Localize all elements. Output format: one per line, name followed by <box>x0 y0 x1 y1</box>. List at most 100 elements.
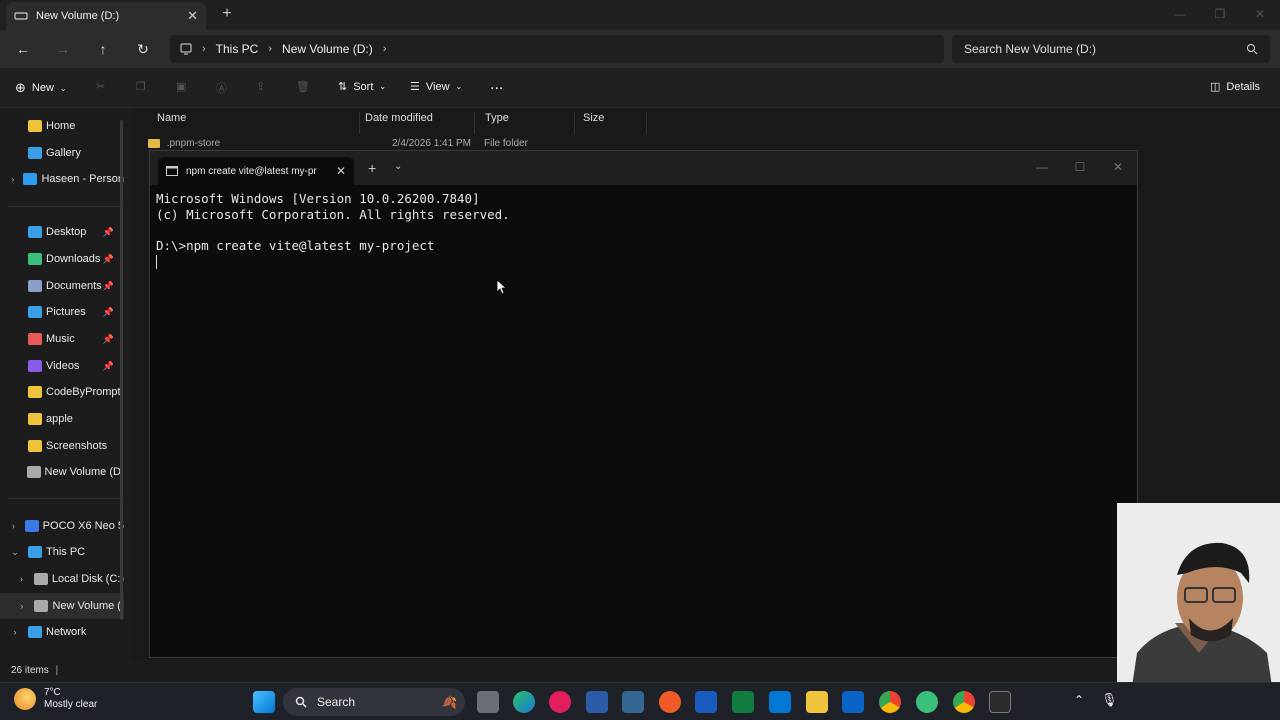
sidebar-item-new-volume-i[interactable]: › New Volume (I <box>0 593 124 619</box>
word-icon[interactable] <box>695 691 717 713</box>
refresh-button[interactable]: ↻ <box>133 39 153 59</box>
sidebar-item-documents[interactable]: Documents 📌 <box>0 273 124 299</box>
file-row[interactable]: .pnpm-store 2/4/2026 1:41 PM File folder <box>148 138 528 149</box>
sidebar-item-haseen-person[interactable]: › Haseen - Person <box>0 166 124 192</box>
sidebar-item-downloads[interactable]: Downloads 📌 <box>0 246 124 272</box>
address-bar[interactable]: › This PC › New Volume (D:) › <box>170 35 944 63</box>
sidebar-item-apple[interactable]: apple <box>0 406 124 432</box>
terminal-window[interactable]: npm create vite@latest my-pr ✕ + ⌄ — ☐ ✕… <box>149 150 1138 658</box>
close-window-button[interactable]: ✕ <box>1240 0 1280 28</box>
sidebar-item-home[interactable]: Home <box>0 113 124 139</box>
sidebar-item-label: Haseen - Person <box>41 173 124 185</box>
app-icon[interactable] <box>586 691 608 713</box>
forward-button[interactable]: → <box>53 39 73 59</box>
chevron-right-icon[interactable]: › <box>8 174 17 184</box>
folder-icon <box>28 253 42 265</box>
excel-icon[interactable] <box>732 691 754 713</box>
column-size[interactable]: Size <box>573 112 647 134</box>
new-button[interactable]: ⊕ New ⌄ <box>15 80 67 96</box>
sidebar-item-gallery[interactable]: Gallery <box>0 140 124 166</box>
chevron-down-icon[interactable]: ⌄ <box>394 161 402 172</box>
new-tab-button[interactable]: + <box>218 5 236 23</box>
sidebar-item-screenshots[interactable]: Screenshots <box>0 433 124 459</box>
chrome-profile-icon[interactable] <box>953 691 975 713</box>
sidebar-item-new-volume-d[interactable]: New Volume (D: <box>0 459 124 485</box>
sidebar-item-label: Pictures <box>46 306 86 318</box>
terminal-tab[interactable]: npm create vite@latest my-pr ✕ <box>158 157 354 185</box>
sidebar-item-desktop[interactable]: Desktop 📌 <box>0 219 124 245</box>
chevron-up-icon[interactable]: ⌃ <box>1074 693 1084 707</box>
sidebar-item-videos[interactable]: Videos 📌 <box>0 353 124 379</box>
terminal-minimize-button[interactable]: — <box>1023 151 1061 183</box>
breadcrumb-this-pc[interactable]: This PC <box>216 42 259 56</box>
taskbar-search-label: Search <box>317 695 356 709</box>
delete-button[interactable]: 🗑 <box>296 80 310 93</box>
vscode-icon[interactable] <box>769 691 791 713</box>
close-tab-icon[interactable]: ✕ <box>187 8 198 24</box>
folder-icon <box>26 466 41 478</box>
sidebar-item-codebyprompt[interactable]: CodeByPrompt <box>0 379 124 405</box>
sidebar-item-label: Desktop <box>46 226 87 238</box>
terminal-taskbar-icon[interactable] <box>989 691 1011 713</box>
back-button[interactable]: ← <box>13 39 33 59</box>
chevron-right-icon: › <box>268 43 273 55</box>
file-explorer-icon[interactable] <box>806 691 828 713</box>
navigation-scrollbar[interactable] <box>120 120 123 620</box>
chevron-right-icon[interactable]: › <box>8 521 19 531</box>
outlook-icon[interactable] <box>842 691 864 713</box>
weather-icon <box>14 688 36 710</box>
sidebar-item-poco-x6-neo-5[interactable]: › POCO X6 Neo 5 <box>0 513 124 539</box>
column-date-modified[interactable]: Date modified <box>355 112 475 134</box>
sidebar-item-pictures[interactable]: Pictures 📌 <box>0 299 124 325</box>
sidebar-item-network[interactable]: › Network <box>0 619 124 645</box>
weather-widget[interactable]: 7°C Mostly clear <box>14 687 97 711</box>
up-button[interactable]: ↑ <box>93 39 113 59</box>
chrome-icon[interactable] <box>879 691 901 713</box>
sidebar-item-local-disk-c[interactable]: › Local Disk (C:) <box>0 566 124 592</box>
sort-button[interactable]: ⇅ Sort ⌄ <box>338 80 386 94</box>
pin-icon: 📌 <box>102 306 114 317</box>
more-options-button[interactable]: ... <box>490 76 503 94</box>
task-view-icon[interactable] <box>477 691 499 713</box>
sort-icon: ⇅ <box>338 81 348 93</box>
column-type[interactable]: Type <box>475 112 575 134</box>
explorer-tab[interactable]: New Volume (D:) ✕ <box>6 2 206 30</box>
terminal-maximize-button[interactable]: ☐ <box>1061 151 1099 183</box>
close-tab-icon[interactable]: ✕ <box>336 164 346 178</box>
details-button[interactable]: ◫ Details <box>1210 80 1260 94</box>
column-name[interactable]: Name <box>147 112 360 134</box>
cut-button[interactable]: ✂ <box>96 80 105 93</box>
app-icon-2[interactable] <box>916 691 938 713</box>
minimize-button[interactable]: — <box>1160 0 1200 28</box>
paste-button[interactable]: ▣ <box>176 80 186 93</box>
chevron-down-icon[interactable]: ⌄ <box>8 547 22 558</box>
folder-icon <box>28 413 42 425</box>
breadcrumb-drive[interactable]: New Volume (D:) <box>282 42 373 56</box>
pin-icon: 📌 <box>102 360 114 371</box>
slack-icon[interactable] <box>549 691 571 713</box>
view-button[interactable]: ☰ View ⌄ <box>410 80 462 94</box>
chevron-right-icon[interactable]: › <box>15 574 28 584</box>
terminal-close-button[interactable]: ✕ <box>1099 151 1137 183</box>
edge-icon[interactable] <box>513 691 535 713</box>
taskbar-search[interactable]: Search 🍂 <box>283 688 465 716</box>
postman-icon[interactable] <box>659 691 681 713</box>
file-name: .pnpm-store <box>166 138 221 149</box>
new-terminal-tab-button[interactable]: + <box>368 160 376 176</box>
copy-button[interactable]: ❐ <box>136 80 146 93</box>
start-button[interactable] <box>253 691 275 713</box>
chevron-right-icon[interactable]: › <box>15 601 28 611</box>
folder-icon <box>28 306 42 318</box>
microphone-icon[interactable]: 🎙 <box>1101 692 1118 708</box>
search-box[interactable]: Search New Volume (D:) <box>952 35 1270 63</box>
terminal-output[interactable]: Microsoft Windows [Version 10.0.26200.78… <box>156 191 510 269</box>
share-button[interactable]: ⇪ <box>256 80 265 93</box>
rename-button[interactable]: Ⓐ <box>216 80 227 96</box>
sidebar-item-this-pc[interactable]: ⌄ This PC <box>0 539 124 565</box>
chevron-right-icon[interactable]: › <box>8 627 22 637</box>
taskbar: 7°C Mostly clear Search 🍂 ⌃ 🎙 <box>0 682 1280 720</box>
sidebar-item-music[interactable]: Music 📌 <box>0 326 124 352</box>
postgres-icon[interactable] <box>622 691 644 713</box>
maximize-button[interactable]: ❐ <box>1200 0 1240 28</box>
new-label: New <box>31 82 54 94</box>
